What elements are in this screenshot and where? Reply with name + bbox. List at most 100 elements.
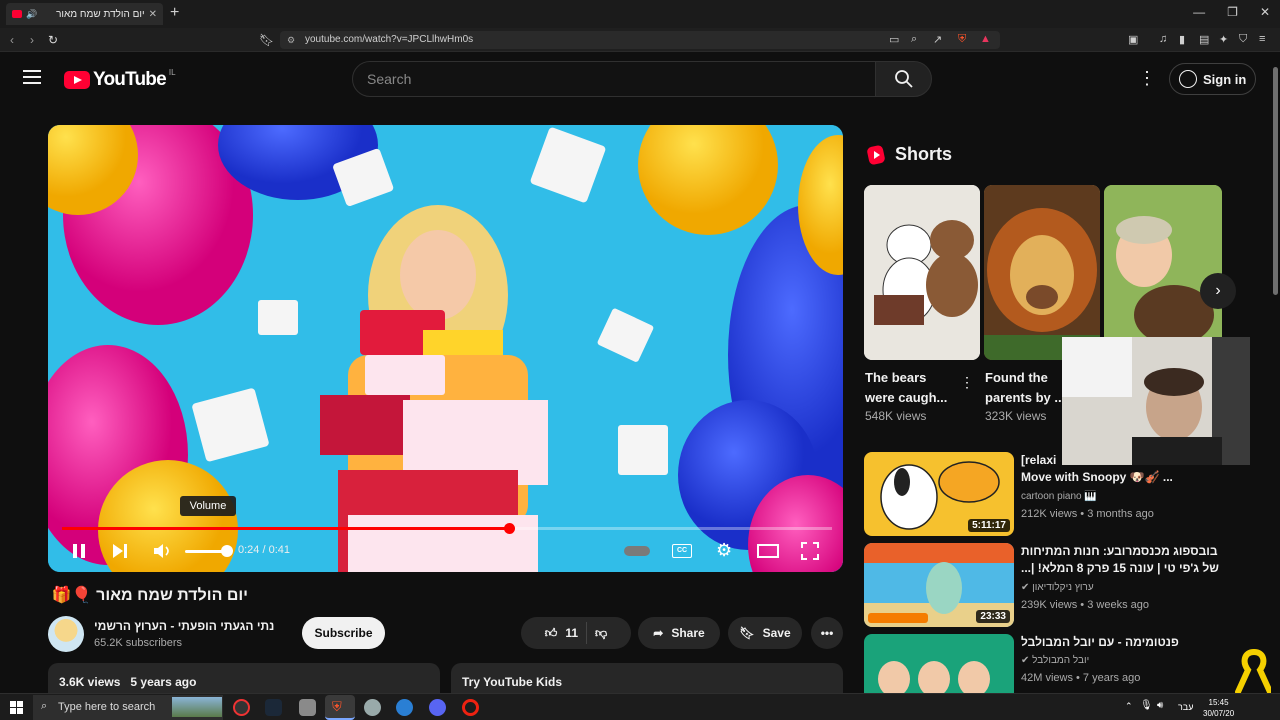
settings-gear-icon[interactable]: ⚙ <box>716 540 732 561</box>
shorts-heading: Shorts <box>895 144 953 164</box>
volume-knob[interactable] <box>221 545 233 557</box>
verified-icon: ✔ <box>1021 582 1030 593</box>
taskbar-clock[interactable]: 15:45 30/07/20 <box>1203 697 1234 719</box>
sign-in-button[interactable]: Sign in <box>1169 63 1256 95</box>
video-title[interactable]: בובספוג מכנסמרובע: חנות המתיחות של ג'פי … <box>1021 543 1221 577</box>
windows-start-icon[interactable] <box>10 701 23 714</box>
back-icon[interactable]: ‹ <box>10 33 14 47</box>
fullscreen-icon[interactable] <box>801 542 819 560</box>
short-image-child <box>1104 185 1222 360</box>
video-player[interactable]: Volume 0:24 / 0:41 CC ⚙ <box>48 125 843 572</box>
video-thumbnail[interactable]: 23:33 <box>864 543 1014 627</box>
more-actions-button[interactable]: ••• <box>811 617 843 649</box>
short-image-bears <box>864 185 980 360</box>
video-thumbnail[interactable]: 5:11:17 <box>864 452 1014 536</box>
channel-name[interactable]: ✔ ערוץ ניקלודיאון <box>1021 582 1094 593</box>
captions-icon[interactable]: CC <box>672 544 692 558</box>
save-button[interactable]: 🔖︎ Save <box>728 617 802 649</box>
pause-icon[interactable] <box>71 543 87 559</box>
short-title[interactable]: The bears were caugh... <box>865 368 957 408</box>
clock-time: 15:45 <box>1208 698 1229 707</box>
video-title[interactable]: [relaxi Move with Snoopy 🐶🎻 ... <box>1021 452 1221 486</box>
volume-icon[interactable] <box>153 543 173 559</box>
sidebar-icon[interactable]: ▣ <box>1128 33 1138 46</box>
short-thumbnail[interactable] <box>1104 185 1222 360</box>
progress-bar[interactable] <box>62 523 832 534</box>
channel-name[interactable]: נתי הגעתי הופעתי - הערוץ הרשמי <box>94 619 280 633</box>
leo-icon[interactable]: ✦ <box>1219 33 1228 46</box>
webcam-image <box>1062 337 1250 465</box>
channel-name[interactable]: cartoon piano 🎹 <box>1021 491 1097 502</box>
settings-kebab-icon[interactable]: ⋮ <box>1138 68 1156 89</box>
speaker-icon[interactable]: 🔊︎ <box>1157 700 1163 711</box>
short-image-lion <box>984 185 1100 360</box>
language-indicator[interactable]: עבר <box>1178 702 1193 712</box>
vpn-icon[interactable]: ⛉ <box>1239 33 1247 46</box>
thumbs-down-icon[interactable]: 👎︎ <box>595 626 607 641</box>
shorts-next-button[interactable]: › <box>1200 273 1236 309</box>
obs-icon[interactable] <box>233 699 250 716</box>
restore-icon[interactable]: ❐ <box>1227 5 1238 19</box>
brave-shield-icon[interactable]: ⛨ <box>958 33 966 46</box>
search-button[interactable] <box>875 61 932 97</box>
discord-icon[interactable] <box>429 699 446 716</box>
channel-name[interactable]: ✔ יובל המבולבל <box>1021 655 1089 666</box>
app-icon[interactable] <box>364 699 381 716</box>
autoplay-toggle[interactable] <box>624 546 650 556</box>
guide-menu-icon[interactable] <box>23 70 41 84</box>
search-input[interactable] <box>352 61 876 97</box>
thumbs-up-icon: 👍︎ <box>544 625 558 640</box>
share-button[interactable]: ➦ Share <box>638 617 720 649</box>
save-label: Save <box>762 626 791 640</box>
app-icon[interactable] <box>299 699 316 716</box>
music-icon[interactable]: ♫ <box>1159 33 1167 45</box>
cast-icon[interactable]: ▭ <box>889 33 899 46</box>
opera-icon[interactable] <box>462 699 479 716</box>
steam-icon[interactable] <box>265 699 282 716</box>
progress-fill <box>62 527 509 530</box>
short-thumbnail[interactable] <box>864 185 980 360</box>
brave-taskbar-button[interactable]: ⛨ <box>325 695 355 720</box>
subscribe-button[interactable]: Subscribe <box>302 617 385 649</box>
reader-icon[interactable]: ▮ <box>1179 33 1185 46</box>
channel-name-text: ערוץ ניקלודיאון <box>1032 582 1094 593</box>
menu-icon[interactable]: ≡ <box>1259 33 1265 45</box>
share-page-icon[interactable]: ↗ <box>933 33 942 46</box>
tab-close-icon[interactable]: ✕ <box>149 9 157 20</box>
window-controls: — ❐ ✕ <box>1193 5 1270 19</box>
audio-icon[interactable]: 🔊 <box>26 9 37 20</box>
forward-icon[interactable]: › <box>30 33 34 47</box>
next-icon[interactable] <box>112 543 128 559</box>
duration-badge: 23:33 <box>976 610 1010 623</box>
page-scrollbar[interactable] <box>1271 55 1280 695</box>
microphone-icon[interactable]: 🎙︎ <box>1140 700 1153 711</box>
browser-tab[interactable]: 🔊 יום הולדת שמח מאור ✕ <box>6 3 163 25</box>
wallet-icon[interactable]: ▤ <box>1199 33 1209 46</box>
theater-mode-icon[interactable] <box>757 544 779 558</box>
reload-icon[interactable]: ↻ <box>48 33 58 47</box>
youtube-logo[interactable]: YouTube IL <box>64 68 176 91</box>
close-window-icon[interactable]: ✕ <box>1260 5 1270 19</box>
video-meta: 212K views • 3 months ago <box>1021 508 1154 520</box>
video-title[interactable]: פנטומימה - עם יובל המבולבל <box>1021 634 1221 651</box>
upload-age: 5 years ago <box>130 675 197 689</box>
short-more-icon[interactable]: ⋮ <box>960 374 974 391</box>
short-thumbnail[interactable] <box>984 185 1100 360</box>
scrollbar-thumb[interactable] <box>1273 67 1278 295</box>
brave-rewards-icon[interactable]: ▲ <box>980 33 991 45</box>
like-button[interactable]: 👍︎ 11 <box>545 626 578 641</box>
zoom-icon[interactable]: ⌕ <box>911 33 917 46</box>
new-tab-button[interactable]: + <box>170 4 179 22</box>
progress-scrubber[interactable] <box>503 523 515 534</box>
site-info-icon[interactable]: ⚙ <box>287 35 295 46</box>
share-icon: ➦ <box>653 626 664 640</box>
webcam-overlay <box>1062 337 1250 465</box>
minimize-icon[interactable]: — <box>1193 5 1205 19</box>
video-thumbnail[interactable] <box>864 634 1014 694</box>
channel-avatar[interactable] <box>48 616 84 652</box>
bookmark-icon[interactable]: 🔖︎ <box>259 33 274 47</box>
verified-icon: ✔ <box>1021 655 1030 666</box>
tray-chevron-icon[interactable]: ⌃ <box>1125 701 1133 712</box>
shorts-header: Shorts <box>867 144 952 165</box>
ccleaner-icon[interactable] <box>396 699 413 716</box>
